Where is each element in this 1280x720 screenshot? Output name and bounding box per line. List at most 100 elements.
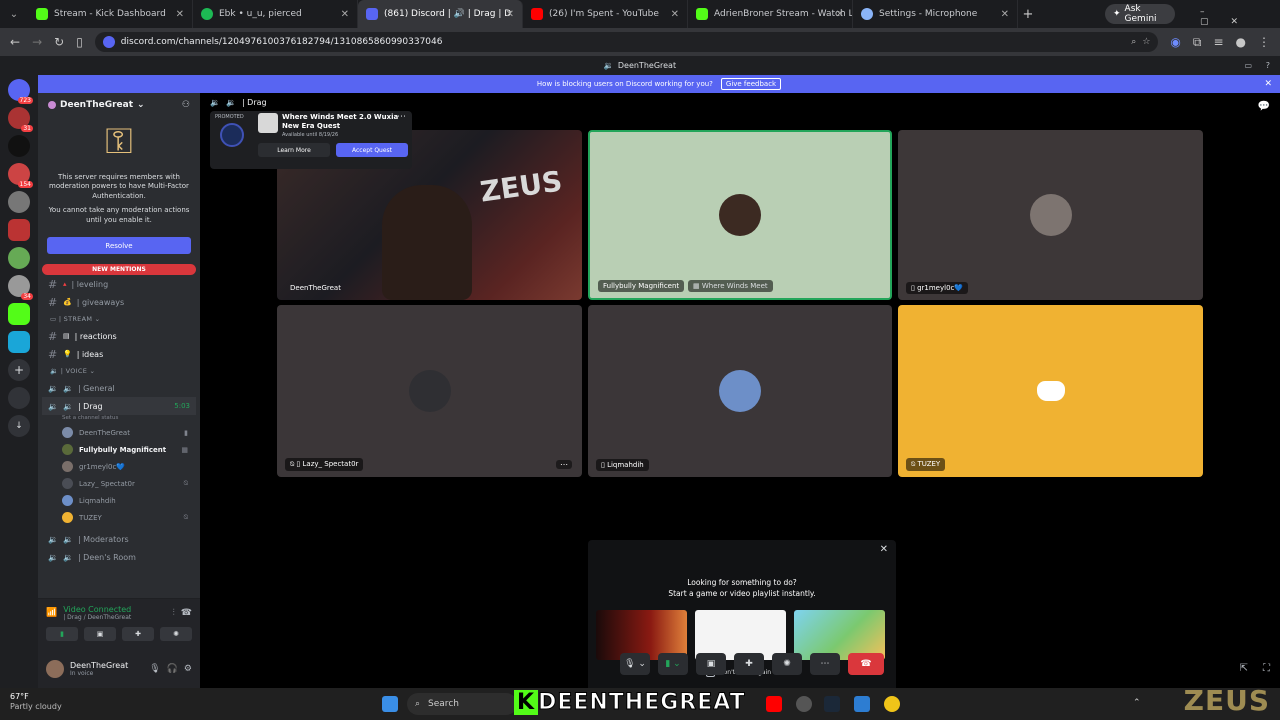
extensions-puzzle-icon[interactable]: ⧉ <box>1193 35 1202 50</box>
screen-share-button[interactable]: ▣ <box>84 627 116 641</box>
video-tile[interactable]: Fullybully Magnificent ▦ Where Winds Mee… <box>588 130 892 300</box>
tab-spotify[interactable]: Ebk • u_u, pierced ✕ <box>193 0 358 28</box>
video-tile[interactable]: ⍉ TUZEY <box>898 305 1203 477</box>
extension-icon[interactable]: ◉ <box>1170 35 1180 49</box>
screen-share-button[interactable]: ▣ <box>696 653 726 675</box>
more-options-button[interactable]: ⋯ <box>810 653 840 675</box>
voice-user[interactable]: DeenTheGreat ▮ <box>38 424 200 441</box>
tab-settings[interactable]: Settings - Microphone ✕ <box>853 0 1018 28</box>
help-icon[interactable]: ? <box>1266 61 1270 70</box>
disconnect-button[interactable]: ☎ <box>848 653 884 675</box>
window-controls[interactable]: –▢✕ <box>1200 7 1280 27</box>
soundboard-button[interactable]: ✺ <box>160 627 192 641</box>
camera-button[interactable]: ▮ ⌄ <box>658 653 688 675</box>
ask-gemini-button[interactable]: ✦ Ask Gemini <box>1105 4 1175 24</box>
taskbar-search[interactable]: ⌕ Search <box>407 693 517 715</box>
voice-channel-drag[interactable]: 🔉 🔉 | Drag 5:03 <box>42 397 196 416</box>
more-options-icon[interactable]: ⋯ <box>556 460 572 469</box>
steam-icon[interactable] <box>824 696 840 712</box>
learn-more-button[interactable]: Learn More <box>258 143 330 157</box>
channel-giveaways[interactable]: # 💰 | giveaways <box>38 293 200 311</box>
menu-kebab-icon[interactable]: ⋮ <box>1258 35 1270 49</box>
server-icon[interactable] <box>8 247 30 269</box>
video-tile[interactable]: ▯ gr1meyl0c💙 <box>898 130 1203 300</box>
app-icon[interactable] <box>884 696 900 712</box>
weather-widget[interactable]: 67°F Partly cloudy <box>10 692 62 713</box>
close-icon[interactable]: ✕ <box>176 9 184 20</box>
activities-button[interactable]: ✚ <box>734 653 764 675</box>
server-icon[interactable] <box>8 219 30 241</box>
close-icon[interactable]: ✕ <box>836 9 844 20</box>
app-icon[interactable] <box>854 696 870 712</box>
reading-list-icon[interactable]: ≡ <box>1213 35 1223 49</box>
obs-icon[interactable] <box>796 696 812 712</box>
youtube-icon[interactable] <box>766 696 782 712</box>
reload-icon[interactable]: ↻ <box>54 35 64 49</box>
bookmark-star-icon[interactable]: ☆ <box>1142 37 1150 47</box>
video-tile[interactable]: ▯ Liqmahdih <box>588 305 892 477</box>
close-icon[interactable]: ✕ <box>671 9 679 20</box>
avatar[interactable] <box>46 660 64 678</box>
server-icon[interactable] <box>8 331 30 353</box>
disconnect-icon[interactable]: ☎ <box>181 608 192 618</box>
give-feedback-button[interactable]: Give feedback <box>720 78 782 90</box>
windows-start-icon[interactable] <box>382 696 398 712</box>
soundboard-button[interactable]: ✺ <box>772 653 802 675</box>
tab-youtube[interactable]: (26) I'm Spent - YouTube ✕ <box>523 0 688 28</box>
voice-user[interactable]: Liqmahdih <box>38 492 200 509</box>
tab-kick-dashboard[interactable]: Stream - Kick Dashboard ✕ <box>28 0 193 28</box>
close-icon[interactable]: ✕ <box>341 9 349 20</box>
tab-search-icon[interactable]: ⌄ <box>0 9 28 20</box>
download-icon[interactable]: ↓ <box>8 415 30 437</box>
server-icon[interactable]: 154 <box>8 163 33 188</box>
new-tab-button[interactable]: + <box>1018 7 1038 22</box>
server-icon[interactable] <box>8 135 30 157</box>
chevron-up-icon[interactable]: ⌃ <box>1133 698 1141 708</box>
camera-button[interactable]: ▮ <box>46 627 78 641</box>
activities-button[interactable]: ✚ <box>122 627 154 641</box>
close-icon[interactable]: ✕ <box>506 9 514 20</box>
voice-user[interactable]: Fullybully Magnificent ▦ <box>38 441 200 458</box>
server-icon[interactable] <box>8 303 30 325</box>
signal-icon[interactable]: 📶 <box>46 608 57 618</box>
gear-icon[interactable]: ⚙ <box>184 664 192 674</box>
microphone-button[interactable]: 🎙 ⌄ <box>620 653 650 675</box>
server-icon[interactable]: 31 <box>8 107 33 132</box>
fullscreen-icon[interactable]: ⛶ <box>1263 663 1270 674</box>
noise-suppression-icon[interactable]: ⫶ <box>173 608 175 618</box>
headphones-icon[interactable]: 🎧 <box>167 664 178 674</box>
close-icon[interactable]: ✕ <box>1264 79 1272 89</box>
category-stream[interactable]: ▭ | STREAM ⌄ <box>38 311 200 327</box>
sidebar-icon[interactable]: ▯ <box>76 35 83 49</box>
tab-kick-stream[interactable]: AdrienBroner Stream - Watch L ✕ <box>688 0 853 28</box>
channel-status[interactable]: Set a channel status <box>38 415 200 424</box>
voice-user[interactable]: gr1meyl0c💙 <box>38 458 200 475</box>
server-header[interactable]: DeenTheGreat ⌄ ⚇ <box>38 93 200 117</box>
channel-ideas[interactable]: # 💡 | ideas <box>38 345 200 363</box>
add-server-icon[interactable]: + <box>8 359 30 381</box>
chat-icon[interactable]: 💬 <box>1258 101 1270 112</box>
tab-discord[interactable]: (861) Discord | 🔊 | Drag | D ✕ <box>358 0 523 28</box>
inbox-icon[interactable]: ▭ <box>1244 61 1252 70</box>
popout-icon[interactable]: ⇱ <box>1240 663 1248 674</box>
voice-channel-general[interactable]: 🔉 🔉 | General <box>38 379 200 397</box>
channel-leveling[interactable]: # ▴ | leveling <box>38 275 200 293</box>
url-bar[interactable]: discord.com/channels/1204976100376182794… <box>94 32 1159 52</box>
zoom-icon[interactable]: ⌕ <box>1131 37 1136 47</box>
server-icon[interactable] <box>8 191 30 213</box>
voice-channel-moderators[interactable]: 🔉 🔉 | Moderators <box>38 530 200 548</box>
channel-reactions[interactable]: # ▤ | reactions <box>38 327 200 345</box>
close-icon[interactable]: ✕ <box>1001 9 1009 20</box>
site-info-icon[interactable] <box>102 36 115 48</box>
new-mentions-pill[interactable]: NEW MENTIONS <box>42 264 196 276</box>
close-icon[interactable]: ✕ <box>880 544 888 555</box>
video-tile[interactable]: ⍉ ▯ Lazy_ Spectat0r ⋯ <box>277 305 582 477</box>
voice-channel-deens-room[interactable]: 🔉 🔉 | Deen's Room <box>38 548 200 566</box>
direct-messages-icon[interactable]: 723 <box>8 79 33 104</box>
profile-avatar[interactable]: ● <box>1236 35 1246 49</box>
category-voice[interactable]: 🔉 | VOICE ⌄ <box>38 363 200 379</box>
forward-icon[interactable]: → <box>32 35 42 49</box>
invite-people-icon[interactable]: ⚇ <box>182 100 190 110</box>
voice-user[interactable]: TUZEY ⍉ <box>38 509 200 526</box>
accept-quest-button[interactable]: Accept Quest <box>336 143 408 157</box>
